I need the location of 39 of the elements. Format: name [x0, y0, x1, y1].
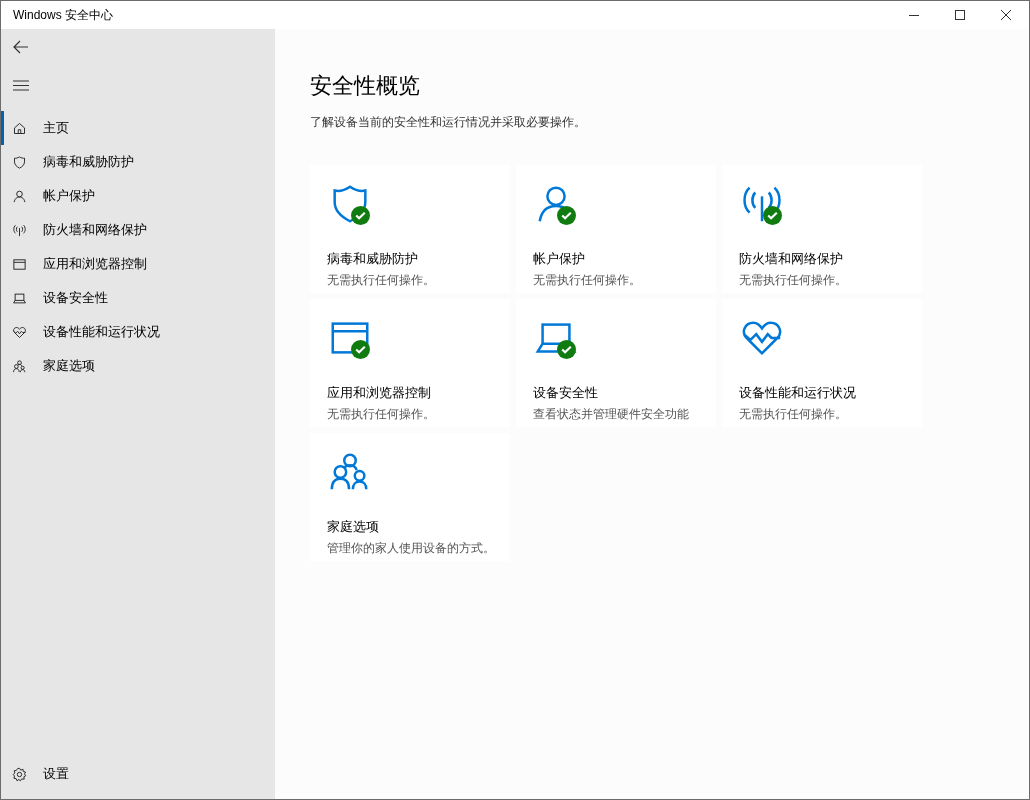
- card-description: 管理你的家人使用设备的方式。: [327, 539, 496, 557]
- nav-item[interactable]: 帐户保护: [1, 179, 275, 213]
- card-title: 家庭选项: [327, 518, 380, 536]
- heart-icon: [12, 324, 27, 340]
- close-icon: [1001, 10, 1011, 20]
- card-description: 无需执行任何操作。: [739, 405, 848, 423]
- home-icon: [12, 120, 27, 136]
- settings-item[interactable]: 设置: [1, 757, 275, 791]
- person-icon: [12, 188, 27, 204]
- settings-icon: [12, 766, 27, 782]
- nav-item[interactable]: 应用和浏览器控制: [1, 247, 275, 281]
- back-icon: [13, 40, 29, 54]
- nav-item[interactable]: 设备性能和运行状况: [1, 315, 275, 349]
- nav-item[interactable]: 设备安全性: [1, 281, 275, 315]
- card-description: 无需执行任何操作。: [533, 271, 642, 289]
- nav-item[interactable]: 病毒和威胁防护: [1, 145, 275, 179]
- nav-item[interactable]: 家庭选项: [1, 349, 275, 383]
- window-title: Windows 安全中心: [13, 7, 113, 24]
- maximize-icon: [955, 10, 965, 20]
- laptop-icon: [12, 290, 27, 306]
- page-subtitle: 了解设备当前的安全性和运行情况并采取必要操作。: [310, 114, 587, 131]
- window-icon: [12, 256, 27, 272]
- card-title: 应用和浏览器控制: [327, 384, 432, 402]
- nav-item[interactable]: 防火墙和网络保护: [1, 213, 275, 247]
- card-title: 病毒和威胁防护: [327, 250, 419, 268]
- menu-icon: [13, 79, 29, 91]
- card-description: 无需执行任何操作。: [739, 271, 848, 289]
- card-description: 查看状态并管理硬件安全功能: [533, 405, 690, 423]
- minimize-icon: [909, 14, 919, 16]
- card-title: 防火墙和网络保护: [739, 250, 844, 268]
- shield-icon: [12, 154, 27, 170]
- card-description: 无需执行任何操作。: [327, 271, 436, 289]
- card-title: 设备安全性: [533, 384, 599, 402]
- family-icon: [12, 358, 27, 374]
- card-title: 帐户保护: [533, 250, 586, 268]
- card-title: 设备性能和运行状况: [739, 384, 857, 402]
- antenna-icon: [12, 222, 27, 238]
- page-title: 安全性概览: [310, 72, 421, 100]
- card-description: 无需执行任何操作。: [327, 405, 436, 423]
